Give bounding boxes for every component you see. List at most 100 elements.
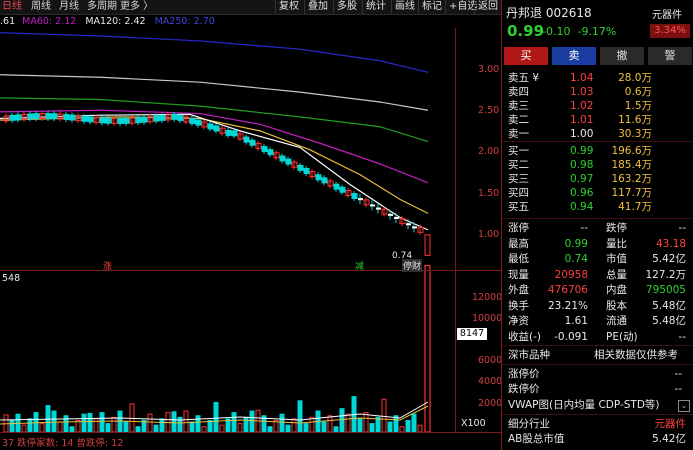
tab-monthly[interactable]: 月线 <box>59 0 79 14</box>
ma-white-line <box>0 74 429 111</box>
adjust-button[interactable]: 复权 <box>275 0 302 14</box>
volume-bar <box>375 416 381 433</box>
ma250-value: MA250: 2.70 <box>154 16 215 27</box>
ask-row: 卖四 1.03 0.6万 <box>508 85 690 99</box>
volume-bar <box>339 408 345 433</box>
stat-row: 最高 0.99 量比 43.18 <box>508 237 690 251</box>
volume-bar <box>363 412 369 433</box>
tab-multi-period[interactable]: 多周期 <box>87 0 117 14</box>
back-button[interactable]: 返回 <box>474 0 501 14</box>
limit-up-price-row: 涨停价 -- <box>508 368 682 380</box>
ask-row: 卖三 1.02 1.5万 <box>508 99 690 113</box>
volume-bar <box>387 421 393 433</box>
ask-price: 1.00 <box>570 128 594 140</box>
volume-bar <box>309 416 315 433</box>
price-area <box>0 32 431 256</box>
ask-label: 卖三 <box>508 100 529 112</box>
stat-row: 收益(-) -0.091 PE(动) -- <box>508 330 690 344</box>
volume-bar <box>99 412 105 433</box>
chevron-down-icon[interactable]: ⌄ <box>678 400 690 412</box>
stock-name: 丹邦退 <box>506 6 543 20</box>
stat-key: 净资 <box>508 315 529 327</box>
last-candle <box>424 234 431 256</box>
stat-value: -- <box>580 222 588 234</box>
bid-row: 买一 0.99 196.6万 <box>508 144 690 158</box>
tab-more[interactable]: 更多 〉 <box>120 0 153 14</box>
candle-body <box>27 113 34 120</box>
stat-value: 5.48亿 <box>652 299 686 312</box>
ask-price: 1.01 <box>570 114 594 126</box>
candle-body <box>195 119 202 126</box>
volume-bar <box>207 419 213 433</box>
draw-line-button[interactable]: 画线 <box>391 0 418 14</box>
ma-legend: .61 MA60: 2.12 MA120: 2.42 MA250: 2.70 <box>0 15 215 28</box>
ask-label: 卖二 <box>508 114 529 126</box>
candle-body <box>87 116 94 123</box>
ask-row: 卖五 ¥ 1.04 28.0万 <box>508 71 690 85</box>
kline-chart[interactable] <box>0 28 501 450</box>
stat-value: 20958 <box>554 268 588 281</box>
cancel-order-button[interactable]: 撤 <box>600 47 644 65</box>
bid-label: 买二 <box>508 159 529 171</box>
candle-body <box>63 114 70 120</box>
buy-button[interactable]: 买 <box>504 47 548 65</box>
ma5-line <box>0 113 429 231</box>
alert-button[interactable]: 警 <box>648 47 692 65</box>
volume-bar <box>51 410 57 433</box>
stat-key: 总量 <box>606 268 627 281</box>
market-header: 深市品种 相关数据仅供参考 <box>508 348 690 362</box>
industry-link[interactable]: 元器件 <box>655 417 687 431</box>
candle-body <box>69 114 76 121</box>
chart-toolbar: 日线 周线 月线 多周期 更多 〉 复权 叠加 多股 统计 画线 标记 +自选 … <box>0 0 501 15</box>
stat-key: 股本 <box>606 299 627 312</box>
stat-value: -0.091 <box>554 330 588 343</box>
candle-body <box>412 226 417 229</box>
volume-bar <box>147 413 153 433</box>
stat-value: 0.74 <box>564 253 588 265</box>
ask-price: 1.03 <box>570 86 594 98</box>
bid-volume: 117.7万 <box>611 187 652 199</box>
candle-body <box>394 216 399 219</box>
stat-value: 0.99 <box>564 237 588 250</box>
multi-stock-button[interactable]: 多股 <box>333 0 360 14</box>
volume-bar <box>87 412 93 433</box>
component-label: 元器件 <box>652 10 682 21</box>
volume-top-value: 548 <box>2 273 21 284</box>
stat-value: -- <box>678 222 686 234</box>
sell-button[interactable]: 卖 <box>552 47 596 65</box>
mark-button[interactable]: 标记 <box>418 0 445 14</box>
quote-panel: 丹邦退 002618 元器件 0.99 -0.10 -9.17% 3.34% 买… <box>501 0 693 450</box>
vwap-label[interactable]: VWAP图(日内均量 CDP-STD等) <box>508 399 660 411</box>
bid-price: 0.99 <box>570 145 594 157</box>
bid-price: 0.94 <box>570 201 594 213</box>
price-change: -0.10 -9.17% <box>542 25 617 38</box>
overlay-button[interactable]: 叠加 <box>304 0 331 14</box>
limit-down-stats: 37 跌停家数: 14 曾跌停: 12 <box>2 438 124 449</box>
bid-row: 买三 0.97 163.2万 <box>508 172 690 186</box>
volume-bar <box>369 423 375 433</box>
ask-row: 卖二 1.01 11.6万 <box>508 113 690 127</box>
volume-bar <box>291 418 297 433</box>
volume-bar <box>285 424 291 433</box>
volume-bar <box>105 423 111 433</box>
volume-unit: X100 <box>461 418 486 429</box>
volume-bar <box>321 421 327 433</box>
candle-body <box>213 125 220 132</box>
statistics-button[interactable]: 统计 <box>362 0 389 14</box>
pane-divider <box>0 270 501 271</box>
candle-body <box>333 183 340 190</box>
tab-weekly[interactable]: 周线 <box>31 0 51 14</box>
volume-bar <box>345 413 351 433</box>
stat-value: 127.2万 <box>645 268 686 281</box>
vwap-row[interactable]: VWAP图(日内均量 CDP-STD等) ⌄ <box>508 398 690 412</box>
ma60-value: MA60: 2.12 <box>22 16 77 27</box>
stat-row: 最低 0.74 市值 5.42亿 <box>508 252 690 266</box>
bid-row: 买五 0.94 41.7万 <box>508 200 690 214</box>
volume-bar <box>9 419 15 433</box>
volume-bar <box>231 412 237 433</box>
volume-bar <box>237 423 243 433</box>
vwap-divider <box>502 414 693 415</box>
stat-row: 涨停 -- 跌停 -- <box>508 221 690 235</box>
volume-bar <box>213 401 219 433</box>
tab-daily[interactable]: 日线 <box>2 0 22 14</box>
